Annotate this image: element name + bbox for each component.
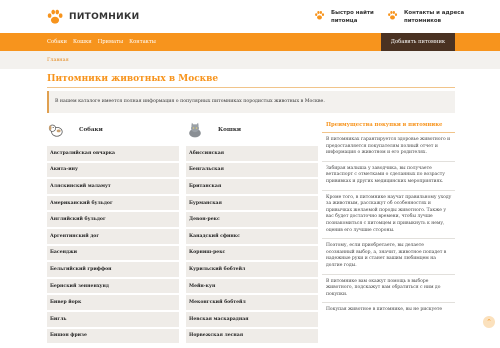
list-item[interactable]: Бурманская: [186, 195, 318, 213]
sidebar-paragraph: Забирая малыша у заводчика, вы получаете…: [322, 162, 455, 191]
cats-heading-label: Кошки: [218, 127, 242, 133]
dog-icon: [48, 124, 63, 137]
sidebar-paragraph: Поэтому, если приобретаете, вы делаете о…: [322, 239, 455, 275]
list-item[interactable]: Канадский сфинкс: [186, 228, 318, 246]
list-item[interactable]: Британская: [186, 179, 318, 196]
cats-list: Абиссинская Бенгальская Британская Бурма…: [186, 146, 318, 346]
breadcrumb-home[interactable]: Главная: [47, 57, 69, 63]
list-item[interactable]: Бенгальская: [186, 162, 318, 180]
list-item[interactable]: Мейн-кун: [186, 278, 318, 296]
contacts-label: Контакты и адреса питомников: [404, 10, 465, 24]
list-item[interactable]: Абиссинская: [186, 146, 318, 163]
list-item[interactable]: Аргентинский дог: [47, 228, 179, 246]
nav-item-contacts[interactable]: Контакты: [129, 39, 156, 45]
cat-icon: [189, 122, 201, 138]
divider: [47, 87, 455, 88]
sidebar-title: Преимущества покупки в питомнике: [322, 122, 455, 133]
list-item[interactable]: Аляскинский маламут: [47, 179, 179, 196]
cats-heading[interactable]: Кошки: [186, 122, 241, 138]
list-item[interactable]: Невская маскарадная: [186, 311, 318, 329]
nav-item-dogs[interactable]: Собаки: [47, 39, 67, 45]
list-item[interactable]: Меконгский бобтейл: [186, 295, 318, 312]
nav-item-cats[interactable]: Кошки: [73, 39, 92, 45]
list-item[interactable]: Бельгийский гриффон: [47, 262, 179, 279]
sidebar-paragraph: Кроме того, в питомнике научат правильно…: [322, 191, 455, 240]
scroll-to-top-button[interactable]: ⌃: [483, 316, 495, 328]
list-item[interactable]: Курильский бобтейл: [186, 262, 318, 279]
quick-search-link[interactable]: Быстро найти питомца: [314, 9, 375, 25]
list-item[interactable]: Американский бульдог: [47, 195, 179, 213]
list-item[interactable]: Австралийская овчарка: [47, 146, 179, 163]
paw-icon: [315, 11, 325, 20]
page-title: Питомники животных в Москве: [47, 74, 219, 84]
sidebar-paragraph: Покупая животное в питомнике, вы не риск…: [326, 307, 443, 313]
quick-search-label: Быстро найти питомца: [331, 10, 374, 24]
logo-text: ПИТОМНИКИ: [69, 12, 140, 22]
nav-item-primates[interactable]: Приматы: [98, 39, 123, 45]
list-item[interactable]: Бишон фризе: [47, 328, 179, 346]
paw-icon: [47, 9, 63, 24]
intro-box: В нашем каталоге имеется полная информац…: [47, 91, 455, 113]
breadcrumb: Главная: [0, 51, 500, 69]
contacts-link[interactable]: Контакты и адреса питомников: [387, 9, 468, 25]
list-item[interactable]: Норвежская лесная: [186, 328, 318, 346]
list-item[interactable]: Девон-рекс: [186, 212, 318, 229]
dogs-list: Австралийская овчарка Акита-ину Аляскинс…: [47, 146, 179, 346]
list-item[interactable]: Английский бульдог: [47, 212, 179, 229]
dogs-heading-label: Собаки: [79, 127, 103, 133]
logo[interactable]: ПИТОМНИКИ: [46, 8, 139, 26]
sidebar-paragraph: В питомнике вам окажут помощь в выборе ж…: [322, 275, 455, 304]
chevron-up-icon: ⌃: [486, 318, 492, 326]
list-item[interactable]: Басенджи: [47, 245, 179, 263]
dogs-heading[interactable]: Собаки: [47, 122, 103, 138]
list-item[interactable]: Бернский зенненхунд: [47, 278, 179, 296]
site-header: ПИТОМНИКИ Быстро найти питомца Контакты …: [0, 0, 500, 33]
sidebar-paragraph: В питомниках гарантируется здоровье живо…: [322, 133, 455, 162]
list-item[interactable]: Бигль: [47, 311, 179, 329]
list-item[interactable]: Бивер йорк: [47, 295, 179, 312]
add-kennel-button[interactable]: Добавить питомник: [381, 33, 455, 51]
list-item[interactable]: Акита-ину: [47, 162, 179, 180]
advantages-sidebar: Преимущества покупки в питомнике В питом…: [322, 122, 455, 318]
paw-icon: [388, 11, 398, 20]
intro-text: В нашем каталоге имеется полная информац…: [55, 99, 325, 104]
list-item[interactable]: Корниш-рекс: [186, 245, 318, 263]
